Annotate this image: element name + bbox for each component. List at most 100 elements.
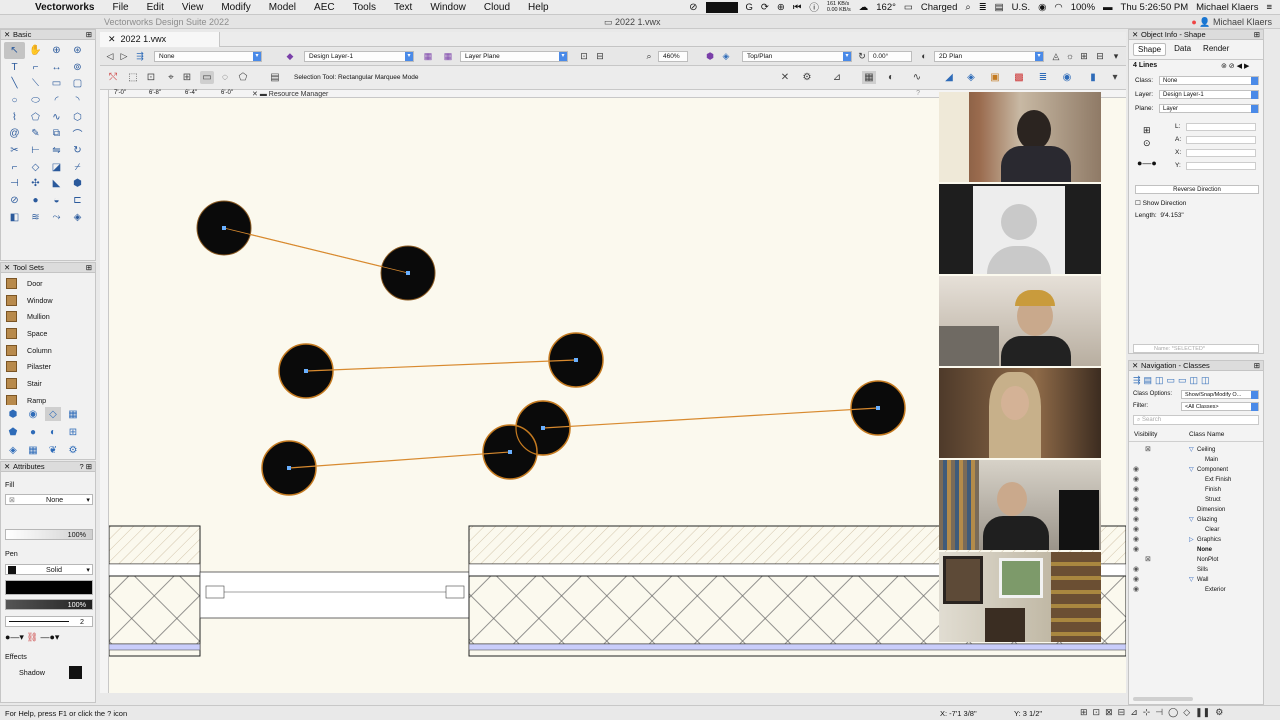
tab-render[interactable]: Render [1199,43,1233,56]
pan-icon[interactable]: ✋ [25,42,46,59]
zoom-options-icon[interactable]: ⊟ [594,51,606,62]
menu-model[interactable]: Model [260,2,305,13]
building-shell-icon[interactable]: ⬢ [5,407,21,421]
snap-distance-icon[interactable]: ⊟ [1118,707,1126,718]
eye-icon[interactable]: ◉ [1133,565,1139,575]
loci-icon[interactable]: ● [25,192,46,209]
field-l-input[interactable] [1186,123,1256,131]
eye-icon[interactable]: ◉ [1133,485,1139,495]
menu-help[interactable]: Help [519,2,558,13]
chevron-down-icon[interactable]: ▽ [1189,445,1194,455]
dimension-set-icon[interactable]: ⊞ [65,425,81,439]
lighting-icon[interactable]: ● [25,425,41,439]
pen-style-dropdown[interactable]: Solid ▾ [5,564,93,575]
fillet-icon[interactable]: ⌒ [67,125,88,142]
invisible-icon[interactable]: ⊠ [1145,555,1151,565]
wifi-icon[interactable]: ◠ [1054,2,1062,13]
pin-icon[interactable]: ⊞ [86,30,92,40]
vertex-handle[interactable] [406,271,410,275]
constraint-icon[interactable]: ⊚ [67,59,88,76]
clock[interactable]: Thu 5:26:50 PM [1121,2,1189,13]
shadow-color-swatch[interactable] [69,666,82,679]
vertex-handle[interactable] [541,426,545,430]
menubar-user[interactable]: Michael Klaers [1196,2,1258,13]
battery-full-icon[interactable]: ▬ [1103,2,1113,13]
menu-text[interactable]: Text [385,2,421,13]
menu-window[interactable]: Window [421,2,475,13]
polygon-icon[interactable]: ⬠ [25,109,46,126]
snap-grid-icon[interactable]: ▦ [862,71,876,84]
settings-icon[interactable]: ⚙ [65,443,81,457]
vertex-handle[interactable] [287,466,291,470]
poly-marquee-icon[interactable]: ⬠ [236,71,250,84]
nav-scroll-thumb[interactable] [1133,697,1193,701]
furniture-icon[interactable]: ▦ [65,407,81,421]
siri-icon[interactable]: ◉ [1038,2,1046,13]
regular-polygon-icon[interactable]: ⬡ [67,109,88,126]
invisible-icon[interactable]: ⊠ [1145,445,1151,455]
video-participant-2[interactable] [939,184,1101,274]
rounded-rectangle-icon[interactable]: ▢ [67,75,88,92]
navigation-mode-icons[interactable]: ⇶▤◫▭▭◫◫ [1133,375,1213,386]
close-icon[interactable]: ✕ [4,462,10,472]
tab-data[interactable]: Data [1170,43,1195,56]
class-row[interactable]: ◉ Ext Finish [1129,475,1263,485]
class-options-dropdown[interactable]: Show/Snap/Modify O... [1181,390,1259,399]
arc-icon[interactable]: ◜ [46,92,67,109]
class-row[interactable]: ◉ Finish [1129,485,1263,495]
active-class-dropdown[interactable]: None ▾ [154,51,262,62]
plan-rotation-field[interactable]: 0.00° [868,51,912,62]
measure-icon[interactable]: ✕ [778,71,792,84]
pause-icon[interactable]: ❚❚ [1195,707,1210,718]
class-row[interactable]: Main [1129,455,1263,465]
class-row[interactable]: ◉ Struct [1129,495,1263,505]
pin-icon[interactable]: ⊞ [86,263,92,273]
eye-icon[interactable]: ◉ [1133,505,1139,515]
video-participant-4[interactable] [939,368,1101,458]
object-name-field[interactable]: Name: *SELECTED* [1133,344,1259,353]
field-y-input[interactable] [1186,162,1256,170]
wall-section-left[interactable] [109,525,201,657]
search-icon[interactable]: ⌕ [965,2,970,13]
class-row[interactable]: ◉ Exterior [1129,585,1263,595]
chamfer-icon[interactable]: ◣ [46,176,67,193]
contrast-icon[interactable]: ◐ [884,71,898,84]
class-row[interactable]: ⊠ ▽ Ceiling [1129,445,1263,455]
snap-tangent-icon[interactable]: ◯ [1168,707,1178,718]
view-2-icon[interactable]: ◈ [964,71,978,84]
tool-set-item[interactable]: Stair [1,375,95,392]
active-layer-dropdown[interactable]: Design Layer-1 ▾ [304,51,414,62]
list-icon[interactable]: ≣ [979,2,987,13]
line-icon[interactable]: ╲ [4,75,25,92]
callout-icon[interactable]: ⌐ [25,59,46,76]
arrow-icon[interactable]: ↖ [4,42,25,59]
tool-set-item[interactable]: Mullion [1,308,95,325]
chevron-down-icon[interactable]: ▽ [1189,515,1194,525]
control-center-icon[interactable]: ≡ [1266,2,1272,13]
menu-app-name[interactable]: Vectorworks [26,2,103,13]
class-row[interactable]: ◉ Clear [1129,525,1263,535]
settings-icon[interactable]: ⚙ [800,71,814,84]
connect-icon[interactable]: ⌐ [4,159,25,176]
standard-view-dropdown[interactable]: Top/Plan ▾ [742,51,852,62]
col-class-name[interactable]: Class Name [1189,431,1224,438]
oval-icon[interactable]: ⬭ [25,92,46,109]
chevron-down-icon[interactable]: ▽ [1189,575,1194,585]
symbol-icon[interactable]: ⬢ [67,176,88,193]
search-input[interactable]: ⌕ Search [1133,415,1259,425]
tool-set-item[interactable]: Column [1,342,95,359]
class-row[interactable]: ◉ Sills [1129,565,1263,575]
class-row[interactable]: ◉ None [1129,545,1263,555]
back-icon[interactable]: ◁ [104,51,116,62]
line-weight-dropdown[interactable]: 2 [5,616,93,627]
pen-opacity-slider[interactable]: 100% [5,599,93,610]
pen-color-bar[interactable] [5,580,93,595]
class-row[interactable]: ◉ Dimension [1129,505,1263,515]
end-marker-icon[interactable]: —●▾ [40,632,59,642]
menu-cloud[interactable]: Cloud [475,2,519,13]
selection-nav-icons[interactable]: ⊚ ⊘ ◀ ▶ [1221,62,1249,70]
rect-marquee-icon[interactable]: ▭ [200,71,214,84]
vertex-handle[interactable] [574,358,578,362]
plant-icon[interactable]: ❦ [45,443,61,457]
offset-icon[interactable]: ⧉ [46,125,67,142]
